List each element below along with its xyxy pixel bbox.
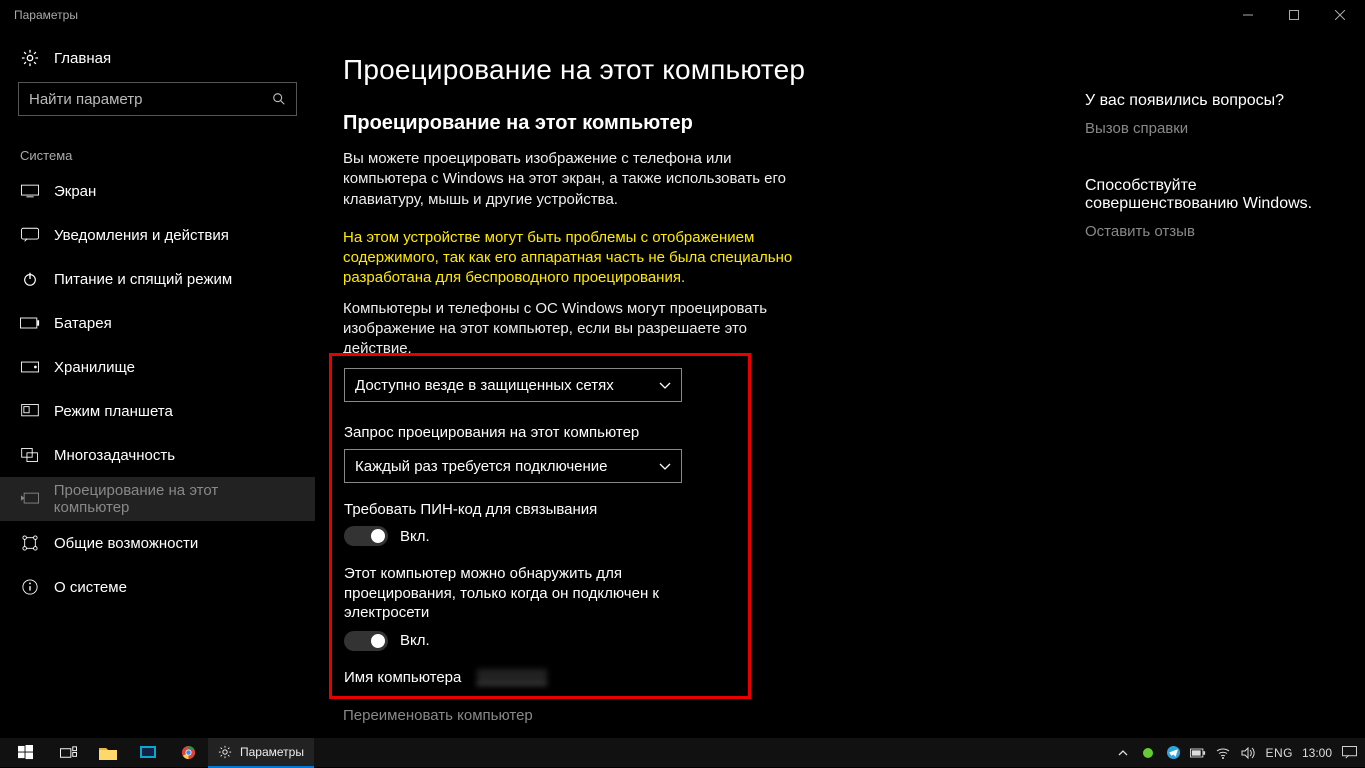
pin-label: Требовать ПИН-код для связывания	[344, 501, 736, 518]
questions-header: У вас появились вопросы?	[1085, 92, 1345, 110]
ask-dropdown[interactable]: Каждый раз требуется подключение	[344, 449, 682, 483]
tablet-icon	[20, 401, 40, 421]
pc-name-row: Имя компьютера	[344, 669, 736, 686]
sidebar-item-label: Батарея	[54, 315, 112, 332]
sidebar-item-multitasking[interactable]: Многозадачность	[0, 433, 315, 477]
sidebar-item-power[interactable]: Питание и спящий режим	[0, 257, 315, 301]
sidebar-item-display[interactable]: Экран	[0, 169, 315, 213]
taskbar: Параметры ENG 13:00	[0, 737, 1365, 767]
storage-icon	[20, 357, 40, 377]
taskbar-right: ENG 13:00	[1115, 745, 1363, 761]
maximize-button[interactable]	[1271, 0, 1317, 30]
sidebar-section: Система	[0, 124, 315, 169]
chevron-down-icon	[659, 379, 671, 391]
allow-text: Компьютеры и телефоны с ОС Windows могут…	[343, 299, 783, 360]
toggle-state: Вкл.	[400, 528, 430, 545]
home-label: Главная	[54, 50, 111, 67]
sidebar-item-label: Хранилище	[54, 359, 135, 376]
search-icon	[272, 92, 286, 106]
taskview-button[interactable]	[48, 738, 88, 768]
notify-icon	[20, 225, 40, 245]
action-center-icon[interactable]	[1341, 745, 1357, 761]
sidebar-item-shared[interactable]: Общие возможности	[0, 521, 315, 565]
sidebar-item-label: Питание и спящий режим	[54, 271, 232, 288]
content: Проецирование на этот компьютер Проециро…	[315, 30, 1085, 737]
volume-tray-icon[interactable]	[1240, 745, 1256, 761]
sidebar-item-storage[interactable]: Хранилище	[0, 345, 315, 389]
titlebar: Параметры	[0, 0, 1365, 30]
close-button[interactable]	[1317, 0, 1363, 30]
sidebar: Главная Система Экран Уведомления и дейс…	[0, 30, 315, 737]
minimize-button[interactable]	[1225, 0, 1271, 30]
nav: Экран Уведомления и действия Питание и с…	[0, 169, 315, 609]
window-controls	[1225, 0, 1363, 30]
sidebar-item-battery[interactable]: Батарея	[0, 301, 315, 345]
info-icon	[20, 577, 40, 597]
toggle-state: Вкл.	[400, 632, 430, 649]
start-button[interactable]	[2, 738, 48, 768]
sidebar-item-label: О системе	[54, 579, 127, 596]
chevron-down-icon	[659, 460, 671, 472]
pin-toggle[interactable]	[344, 526, 388, 546]
improve-header: Способствуйте совершенствованию Windows.	[1085, 177, 1345, 213]
shared-icon	[20, 533, 40, 553]
discover-label: Этот компьютер можно обнаружить для прое…	[344, 564, 736, 623]
discover-toggle[interactable]	[344, 631, 388, 651]
right-panel: У вас появились вопросы? Вызов справки С…	[1085, 30, 1365, 737]
tray-chevron-icon[interactable]	[1115, 745, 1131, 761]
language-indicator[interactable]: ENG	[1265, 746, 1293, 760]
pc-name-value	[477, 669, 547, 685]
ask-label: Запрос проецирования на этот компьютер	[344, 424, 736, 441]
gear-icon	[218, 745, 232, 759]
sidebar-item-about[interactable]: О системе	[0, 565, 315, 609]
sidebar-item-label: Экран	[54, 183, 96, 200]
sidebar-item-label: Многозадачность	[54, 447, 175, 464]
sidebar-item-notifications[interactable]: Уведомления и действия	[0, 213, 315, 257]
rename-link[interactable]: Переименовать компьютер	[343, 707, 1085, 724]
page-title: Проецирование на этот компьютер	[343, 54, 1085, 86]
description: Вы можете проецировать изображение с тел…	[343, 149, 793, 210]
dropdown-value: Доступно везде в защищенных сетях	[355, 377, 614, 394]
explorer-button[interactable]	[88, 738, 128, 768]
chrome-button[interactable]	[168, 738, 208, 768]
section-title: Проецирование на этот компьютер	[343, 112, 1085, 135]
telegram-icon[interactable]	[1165, 745, 1181, 761]
feedback-link[interactable]: Оставить отзыв	[1085, 223, 1345, 240]
home-button[interactable]: Главная	[0, 40, 315, 78]
search-wrap	[0, 78, 315, 124]
highlight-box: Доступно везде в защищенных сетях Запрос…	[329, 353, 751, 699]
search-input-wrapper[interactable]	[18, 82, 297, 116]
help-link[interactable]: Вызов справки	[1085, 120, 1345, 137]
gear-icon	[20, 48, 40, 68]
discover-toggle-row: Вкл.	[344, 631, 736, 651]
search-input[interactable]	[29, 91, 269, 108]
pc-name-label: Имя компьютера	[344, 669, 461, 686]
active-app-label: Параметры	[240, 745, 304, 759]
display-icon	[20, 181, 40, 201]
window-title: Параметры	[14, 8, 78, 22]
taskbar-app-icon[interactable]	[128, 738, 168, 768]
pin-toggle-row: Вкл.	[344, 526, 736, 546]
project-icon	[20, 489, 40, 509]
wifi-tray-icon[interactable]	[1215, 745, 1231, 761]
sidebar-item-projecting[interactable]: Проецирование на этот компьютер	[0, 477, 315, 521]
sidebar-item-label: Уведомления и действия	[54, 227, 229, 244]
clock[interactable]: 13:00	[1302, 746, 1332, 760]
availability-dropdown[interactable]: Доступно везде в защищенных сетях	[344, 368, 682, 402]
sidebar-item-label: Режим планшета	[54, 403, 173, 420]
active-app[interactable]: Параметры	[208, 738, 314, 768]
tray-icon[interactable]	[1140, 745, 1156, 761]
sidebar-item-label: Проецирование на этот компьютер	[54, 482, 295, 516]
battery-icon	[20, 313, 40, 333]
sidebar-item-label: Общие возможности	[54, 535, 198, 552]
dropdown-value: Каждый раз требуется подключение	[355, 458, 608, 475]
sidebar-item-tablet[interactable]: Режим планшета	[0, 389, 315, 433]
warning-text: На этом устройстве могут быть проблемы с…	[343, 228, 793, 289]
taskbar-left: Параметры	[2, 738, 314, 767]
multitask-icon	[20, 445, 40, 465]
power-icon	[20, 269, 40, 289]
battery-tray-icon[interactable]	[1190, 745, 1206, 761]
